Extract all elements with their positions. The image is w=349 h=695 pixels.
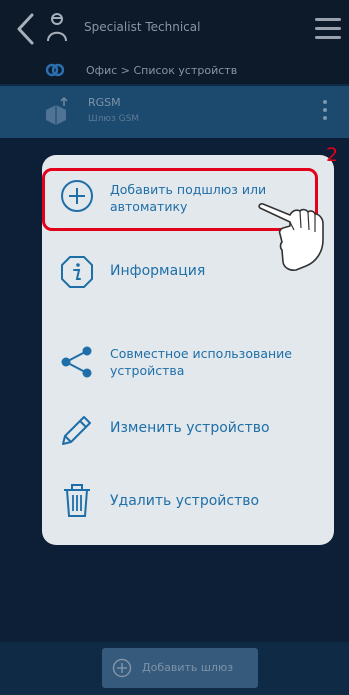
share-icon (61, 346, 92, 378)
breadcrumb[interactable]: Офис > Список устройств (86, 64, 237, 77)
app-screen: Specialist Technical Офис > Список устро… (0, 0, 349, 695)
pencil-icon (62, 416, 91, 445)
device-name: RGSM (88, 96, 121, 109)
hamburger-menu-icon[interactable] (315, 18, 341, 40)
device-row[interactable]: RGSM Шлюз GSM (0, 86, 349, 138)
device-type: Шлюз GSM (88, 114, 140, 124)
device-icon (46, 96, 68, 125)
menu-item-label: Информация (110, 263, 206, 279)
menu-item-delete-device[interactable]: Удалить устройство (42, 477, 334, 521)
tutorial-step-number: 2 (326, 144, 339, 166)
plus-circle-icon (112, 658, 132, 678)
menu-item-label: Изменить устройство (110, 420, 270, 436)
menu-item-label: Удалить устройство (110, 493, 260, 509)
add-gateway-label: Добавить шлюз (142, 661, 234, 674)
menu-item-label: Совместное использование устройства (110, 346, 292, 378)
add-gateway-button[interactable]: Добавить шлюз (102, 648, 258, 688)
link-icon (46, 63, 64, 77)
menu-item-share-device[interactable]: Совместное использование устройства (42, 335, 334, 391)
pointing-hand-icon (258, 203, 324, 271)
menu-item-edit-device[interactable]: Изменить устройство (42, 407, 334, 451)
app-title: Specialist Technical (84, 20, 201, 34)
trash-icon (64, 484, 90, 517)
bottom-bar: Добавить шлюз (0, 642, 349, 695)
info-icon (61, 256, 93, 288)
more-options-icon[interactable] (323, 100, 329, 124)
breadcrumb-bar: Офис > Список устройств (0, 58, 349, 84)
header: Specialist Technical (0, 0, 349, 58)
user-icon[interactable] (46, 12, 68, 42)
back-arrow-icon[interactable] (14, 12, 38, 46)
